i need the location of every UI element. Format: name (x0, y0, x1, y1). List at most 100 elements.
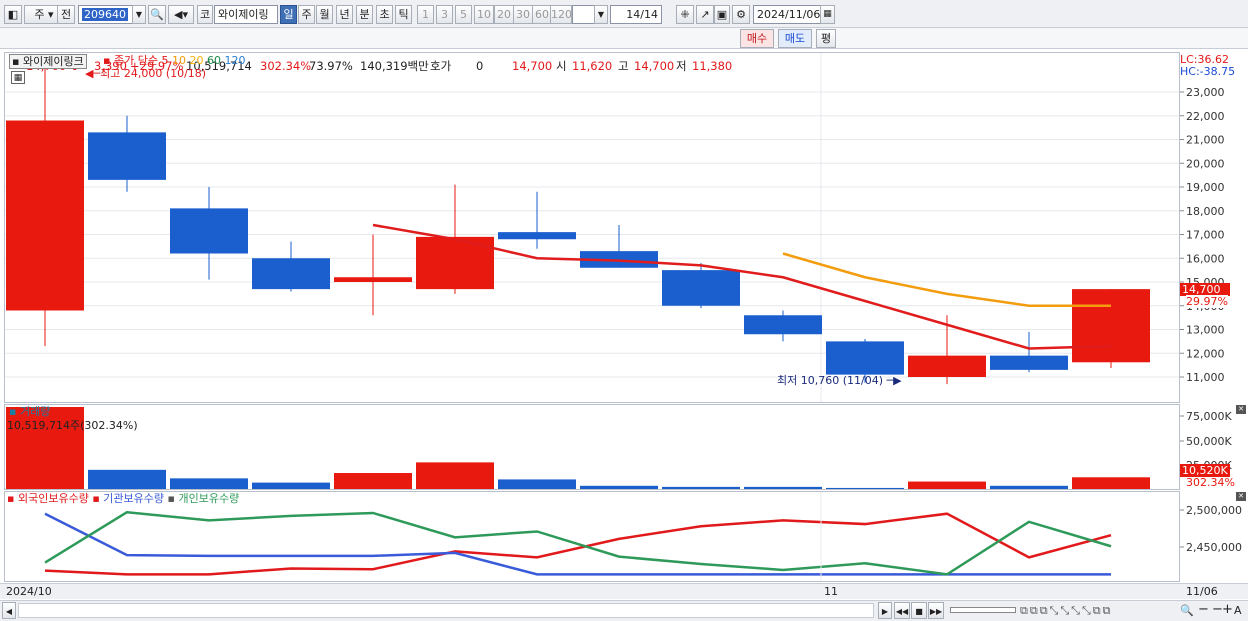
x-axis-end: 11/06 (1186, 585, 1218, 598)
volume-bar (334, 473, 412, 489)
speaker-icon[interactable]: ◀▾ (168, 5, 194, 24)
calculator-icon[interactable]: ▦ (11, 71, 25, 84)
ma-legend[interactable]: ▪ 종가 단순 5 10 20 60 120 (103, 54, 245, 67)
zoom-slider[interactable] (950, 607, 1016, 613)
legend-marker-icon: ▪ (12, 55, 20, 68)
tick-5[interactable]: 5 (455, 5, 472, 24)
price-chart (5, 53, 1179, 402)
price-chart-panel[interactable]: ▪ 와이제이링크 ▪ 종가 단순 5 10 20 60 120 ▦ ◀─최고 2… (4, 52, 1180, 403)
zoom-out-icon[interactable]: − (1198, 603, 1209, 616)
layout-icon[interactable]: ◧ (4, 5, 22, 24)
rewind-icon[interactable]: ◀◀ (894, 602, 910, 619)
ownership-chart (44, 492, 1112, 581)
ownership-panel[interactable]: ▪ 외국인보유수량 ▪ 기관보유수량 ▪ 개인보유수량 (4, 491, 1180, 582)
gear-icon[interactable]: ⚙ (732, 5, 750, 24)
candle (498, 232, 576, 240)
ma-5: 5 (161, 54, 169, 67)
candle (908, 355, 986, 377)
stock-legend[interactable]: ▪ 와이제이링크 (9, 54, 87, 69)
volume-bar (662, 486, 740, 489)
period-week[interactable]: 주 (298, 5, 315, 24)
candle (6, 120, 84, 311)
bottom-bar: ◀ ▶ ◀◀ ■ ▶▶ ⧉⧉⧉⤡⤡⤡⤡⧉⧉ 🔍 − − + A (0, 600, 1248, 621)
axis-tick-label: 23,000 (1186, 86, 1225, 99)
period-year[interactable]: 년 (336, 5, 353, 24)
axis-tick-label: 75,000K (1186, 410, 1232, 423)
ma10-line (782, 252, 1111, 307)
x-axis-mid: 11 (824, 585, 838, 598)
chart-tools-icons[interactable]: ⧉⧉⧉⤡⤡⤡⤡⧉⧉ (1020, 604, 1112, 617)
volume-bar (252, 482, 330, 489)
ma-120: 120 (224, 54, 246, 67)
save-icon[interactable]: ▣ (714, 5, 730, 24)
tick-1[interactable]: 1 (417, 5, 434, 24)
axis-tick-label: 21,000 (1186, 134, 1225, 147)
candle (990, 355, 1068, 370)
candle (744, 315, 822, 335)
period-day[interactable]: 일 (280, 5, 297, 24)
legend-marker-icon: ▪ (92, 492, 100, 505)
stop-icon[interactable]: ■ (911, 602, 927, 619)
axis-tick-label: 19,000 (1186, 181, 1225, 194)
x-axis: 2024/10 11 11/06 (0, 583, 1248, 599)
zoom-in-icon[interactable]: 🔍 (1180, 604, 1194, 617)
search-icon[interactable]: 🔍 (148, 5, 166, 24)
horizontal-scrollbar[interactable] (18, 603, 874, 618)
text-size-icon[interactable]: A (1234, 604, 1242, 617)
buy-button[interactable]: 매수 (740, 29, 774, 48)
volume-panel[interactable]: ▪ 거래량 10,519,714주(302.34%) (4, 404, 1180, 490)
chevron-down-icon[interactable]: ▼ (132, 5, 146, 24)
last-rate-tag: 29.97% (1186, 295, 1228, 308)
legend-marker-icon: ▪ (9, 405, 17, 418)
tick-30[interactable]: 30 (513, 5, 533, 24)
period-second[interactable]: 초 (376, 5, 393, 24)
tools-icon[interactable]: ↗ (696, 5, 714, 24)
ownership-line (44, 510, 1112, 576)
legend-individual: 개인보유수량 (178, 492, 240, 505)
scroll-right-icon[interactable]: ▶ (878, 602, 892, 619)
volume-axis: 75,000K50,000K25,000K ✕ 10,520K 302.34% (1180, 404, 1248, 490)
chevron-down-icon[interactable]: ▼ (594, 5, 608, 24)
ownership-legend[interactable]: ▪ 외국인보유수량 ▪ 기관보유수량 ▪ 개인보유수량 (7, 492, 239, 505)
prev-button[interactable]: 전 (57, 5, 75, 24)
x-axis-start: 2024/10 (6, 585, 52, 598)
axis-tick-label: 50,000K (1186, 435, 1232, 448)
tick-60[interactable]: 60 (532, 5, 552, 24)
volume-readout: 10,519,714주(302.34%) (7, 419, 138, 432)
axis-tick-label: 2,450,000 (1186, 541, 1242, 554)
plus-icon[interactable]: + (1222, 603, 1233, 616)
tick-120[interactable]: 120 (550, 5, 572, 24)
period-month[interactable]: 월 (316, 5, 333, 24)
tick-3[interactable]: 3 (436, 5, 453, 24)
eval-button[interactable]: 평 (816, 29, 836, 48)
close-icon[interactable]: ✕ (1236, 492, 1246, 501)
legend-marker-icon: ▪ (167, 492, 175, 505)
volume-title[interactable]: ▪ 거래량 (9, 405, 50, 418)
period-minute[interactable]: 분 (356, 5, 373, 24)
sell-button[interactable]: 매도 (778, 29, 812, 48)
tick-20[interactable]: 20 (494, 5, 514, 24)
candle (1072, 289, 1150, 363)
volume-bar (744, 486, 822, 489)
close-icon[interactable]: ✕ (1236, 405, 1246, 414)
axis-tick-label: 18,000 (1186, 205, 1225, 218)
count-field[interactable]: 14/14 (610, 5, 662, 24)
scroll-left-icon[interactable]: ◀ (2, 602, 16, 619)
axis-tick-label: 12,000 (1186, 347, 1225, 360)
volume-last-rate: 302.34% (1186, 476, 1235, 489)
ma-10: 10 (171, 54, 186, 67)
tick-10[interactable]: 10 (474, 5, 494, 24)
legend-institution: 기관보유수량 (103, 492, 165, 505)
volume-bar (1072, 477, 1150, 489)
crosshair-icon[interactable]: ⁜ (676, 5, 694, 24)
axis-tick-label: 13,000 (1186, 324, 1225, 337)
period-tick[interactable]: 틱 (395, 5, 412, 24)
candle (662, 270, 740, 306)
fast-forward-icon[interactable]: ▶▶ (928, 602, 944, 619)
volume-bar (498, 479, 576, 489)
toolbar: ◧ 주 ▾ 전 209640 ▼ 🔍 ◀▾ 코 와이제이링 일 주 월 년 분 … (0, 0, 1248, 28)
volume-bar (88, 469, 166, 489)
stock-type-button[interactable]: 코 (197, 5, 213, 24)
stock-name-field[interactable]: 와이제이링 (214, 5, 278, 24)
calendar-icon[interactable]: ▦ (820, 5, 835, 24)
